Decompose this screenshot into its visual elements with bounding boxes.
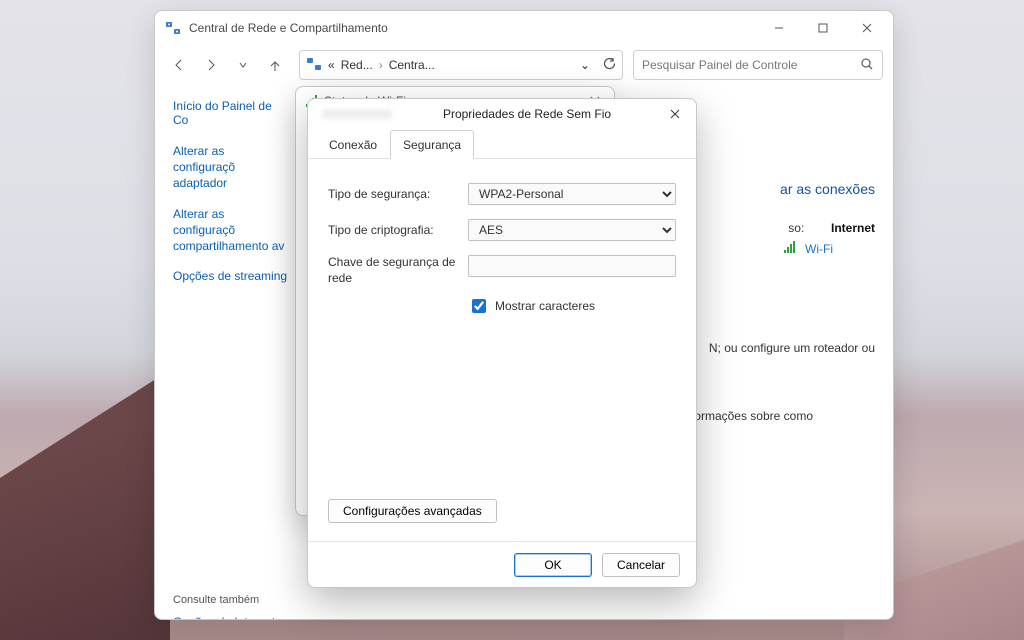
security-type-select[interactable]: WPA2-Personal	[468, 183, 676, 205]
chevron-right-icon: ›	[379, 58, 383, 72]
back-button[interactable]	[165, 51, 193, 79]
security-type-label: Tipo de segurança:	[328, 187, 468, 201]
tab-security[interactable]: Segurança	[390, 130, 474, 159]
chevron-down-icon[interactable]: ⌄	[580, 58, 590, 72]
streaming-options-link[interactable]: Opções de streaming	[173, 268, 289, 284]
dialog-title: Propriedades de Rede Sem Fio	[392, 107, 662, 121]
search-icon	[860, 57, 874, 74]
wallpaper-left	[0, 370, 170, 640]
encryption-type-select[interactable]: AES	[468, 219, 676, 241]
network-key-label: Chave de segurança de rede	[328, 255, 468, 286]
hint-text: ormações sobre como	[694, 409, 813, 423]
titlebar: Central de Rede e Compartilhamento	[155, 11, 893, 45]
access-value: Internet	[831, 221, 875, 235]
adapter-settings-link[interactable]: Alterar as configuraçõ adaptador	[173, 143, 289, 192]
toolbar: « Red... › Centra... ⌄ Pesquisar Painel …	[155, 45, 893, 85]
search-placeholder: Pesquisar Painel de Controle	[642, 58, 860, 72]
advanced-settings-button[interactable]: Configurações avançadas	[328, 499, 497, 523]
wifi-row: Wi-Fi	[784, 241, 833, 256]
maximize-button[interactable]	[801, 13, 845, 43]
close-button[interactable]	[845, 13, 889, 43]
wireless-properties-dialog: Propriedades de Rede Sem Fio Conexão Seg…	[307, 98, 697, 588]
control-panel-home-link[interactable]: Início do Painel de Co	[173, 99, 289, 127]
hint-text: N; ou configure um roteador ou	[709, 341, 875, 355]
up-button[interactable]	[261, 51, 289, 79]
encryption-type-label: Tipo de criptografia:	[328, 223, 468, 237]
show-characters-label: Mostrar caracteres	[495, 299, 595, 313]
breadcrumb-item[interactable]: Red...	[341, 58, 373, 72]
breadcrumb-prefix: «	[328, 58, 335, 72]
see-also-label: Consulte também	[173, 594, 289, 606]
tabs: Conexão Segurança	[308, 129, 696, 159]
minimize-button[interactable]	[757, 13, 801, 43]
forward-button[interactable]	[197, 51, 225, 79]
network-center-icon	[165, 20, 181, 36]
internet-options-link[interactable]: Opções da Internet	[173, 614, 289, 619]
section-title: ar as conexões	[780, 181, 875, 197]
refresh-icon[interactable]	[602, 57, 616, 74]
address-bar[interactable]: « Red... › Centra... ⌄	[299, 50, 623, 80]
close-icon[interactable]	[662, 103, 688, 125]
ok-button[interactable]: OK	[514, 553, 592, 577]
access-label: so: Internet	[788, 221, 875, 235]
network-center-icon	[306, 56, 322, 75]
tab-connection[interactable]: Conexão	[316, 130, 390, 159]
cancel-button[interactable]: Cancelar	[602, 553, 680, 577]
wifi-link[interactable]: Wi-Fi	[805, 242, 833, 256]
ssid-redacted	[322, 109, 392, 119]
sharing-settings-link[interactable]: Alterar as configuraçõ compartilhamento …	[173, 206, 289, 255]
recent-button[interactable]	[229, 51, 257, 79]
left-nav: Início do Painel de Co Alterar as config…	[155, 85, 295, 619]
network-key-input[interactable]	[468, 255, 676, 277]
search-input[interactable]: Pesquisar Painel de Controle	[633, 50, 883, 80]
wifi-signal-icon	[784, 241, 798, 253]
show-characters-checkbox[interactable]	[472, 299, 486, 313]
breadcrumb-item[interactable]: Centra...	[389, 58, 435, 72]
window-title: Central de Rede e Compartilhamento	[189, 21, 388, 35]
